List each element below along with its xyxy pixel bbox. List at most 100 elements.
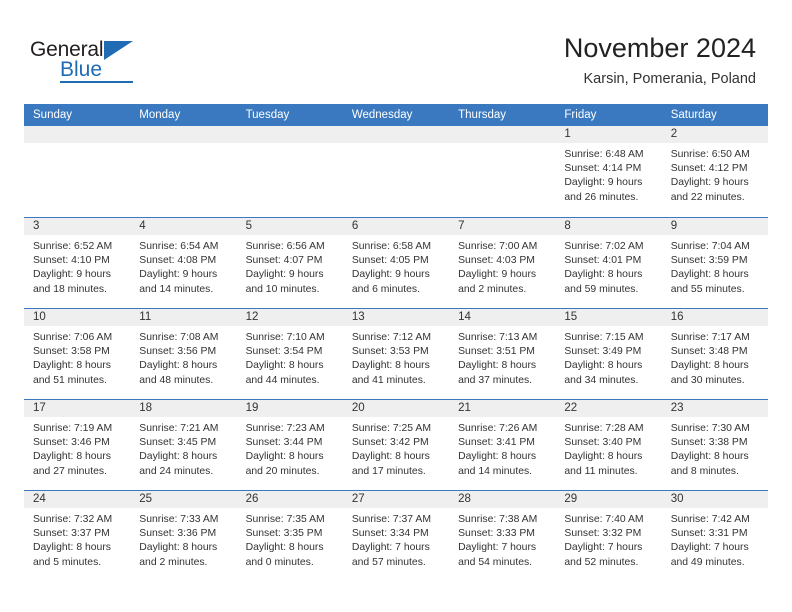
- day-cell-16[interactable]: 16 Sunrise: 7:17 AM Sunset: 3:48 PM Dayligh…: [661, 309, 768, 399]
- day-cell-23[interactable]: 23 Sunrise: 7:30 AM Sunset: 3:38 PM Dayligh…: [661, 400, 768, 490]
- page-title: November 2024: [563, 33, 756, 63]
- day-details: [449, 143, 555, 148]
- title-block: November 2024 Karsin, Pomerania, Poland: [564, 32, 756, 89]
- day-details: Sunrise: 7:37 AM Sunset: 3:34 PM Daylight:…: [343, 508, 449, 570]
- daylight-text: Daylight: 9 hours: [351, 269, 430, 281]
- day-number: 23: [661, 400, 768, 417]
- day-details: Sunrise: 7:19 AM Sunset: 3:46 PM Daylight:…: [24, 417, 130, 479]
- day-number: [449, 126, 556, 143]
- daylight-text: and 2 minutes.: [458, 283, 527, 295]
- sunset-text: Sunset: 3:54 PM: [245, 346, 323, 358]
- sunset-text: Sunset: 3:32 PM: [564, 528, 642, 540]
- weekday-header-wednesday: Wednesday: [351, 109, 413, 121]
- daylight-text: Daylight: 8 hours: [33, 360, 111, 372]
- daylight-text: Daylight: 8 hours: [670, 269, 749, 281]
- day-cell-6[interactable]: 6 Sunrise: 6:58 AM Sunset: 4:05 PM Daylight…: [342, 218, 450, 308]
- day-number: 14: [449, 309, 556, 326]
- daylight-text: and 54 minutes.: [458, 556, 533, 568]
- daylight-text: Daylight: 8 hours: [670, 360, 749, 372]
- day-details: Sunrise: 7:15 AM Sunset: 3:49 PM Daylight:…: [555, 326, 661, 388]
- day-cell-20[interactable]: 20 Sunrise: 7:25 AM Sunset: 3:42 PM Dayligh…: [342, 400, 450, 490]
- sunrise-text: Sunrise: 6:54 AM: [139, 241, 219, 252]
- day-cell-empty[interactable]: [130, 126, 237, 216]
- sunrise-text: Sunrise: 7:30 AM: [670, 423, 750, 434]
- day-details: Sunrise: 7:38 AM Sunset: 3:33 PM Daylight:…: [449, 508, 555, 570]
- day-details: Sunrise: 6:54 AM Sunset: 4:08 PM Daylight:…: [130, 235, 236, 297]
- day-cell-21[interactable]: 21 Sunrise: 7:26 AM Sunset: 3:41 PM Dayligh…: [449, 400, 556, 490]
- weekday-header-friday: Friday: [564, 109, 597, 121]
- daylight-text: Daylight: 8 hours: [139, 542, 218, 554]
- sunrise-text: Sunrise: 6:50 AM: [670, 149, 750, 160]
- day-cell-9[interactable]: 9 Sunrise: 7:04 AM Sunset: 3:59 PM Daylight…: [661, 218, 768, 308]
- day-cell-14[interactable]: 14 Sunrise: 7:13 AM Sunset: 3:51 PM Dayligh…: [449, 309, 556, 399]
- sunset-text: Sunset: 3:41 PM: [458, 437, 535, 449]
- day-number: 10: [24, 309, 131, 326]
- sunrise-text: Sunrise: 7:15 AM: [564, 332, 644, 343]
- day-cell-29[interactable]: 29 Sunrise: 7:40 AM Sunset: 3:32 PM Dayligh…: [555, 491, 662, 581]
- daylight-text: and 0 minutes.: [245, 556, 314, 568]
- day-number: 19: [236, 400, 343, 417]
- daylight-text: and 20 minutes.: [245, 465, 320, 477]
- day-cell-1[interactable]: 1 Sunrise: 6:48 AM Sunset: 4:14 PM Daylight…: [555, 126, 662, 216]
- daylight-text: and 18 minutes.: [33, 283, 107, 295]
- day-cell-18[interactable]: 18 Sunrise: 7:21 AM Sunset: 3:45 PM Dayligh…: [130, 400, 237, 490]
- sunset-text: Sunset: 4:08 PM: [139, 255, 217, 267]
- day-cell-15[interactable]: 15 Sunrise: 7:15 AM Sunset: 3:49 PM Dayligh…: [555, 309, 662, 399]
- triangle-icon: [104, 41, 133, 60]
- day-cell-2[interactable]: 2 Sunrise: 6:50 AM Sunset: 4:12 PM Daylight…: [661, 126, 768, 216]
- sunrise-text: Sunrise: 7:40 AM: [564, 514, 644, 525]
- day-cell-empty[interactable]: [449, 126, 556, 216]
- day-details: Sunrise: 6:58 AM Sunset: 4:05 PM Daylight:…: [343, 235, 449, 297]
- day-number: 21: [449, 400, 556, 417]
- day-cell-11[interactable]: 11 Sunrise: 7:08 AM Sunset: 3:56 PM Dayligh…: [130, 309, 237, 399]
- sunset-text: Sunset: 3:48 PM: [670, 346, 748, 358]
- sunrise-text: Sunrise: 7:21 AM: [139, 423, 219, 434]
- day-cell-19[interactable]: 19 Sunrise: 7:23 AM Sunset: 3:44 PM Dayligh…: [236, 400, 343, 490]
- day-cell-3[interactable]: 3 Sunrise: 6:52 AM Sunset: 4:10 PM Daylight…: [24, 218, 131, 308]
- day-details: Sunrise: 6:48 AM Sunset: 4:14 PM Daylight:…: [555, 143, 661, 205]
- day-cell-13[interactable]: 13 Sunrise: 7:12 AM Sunset: 3:53 PM Dayligh…: [342, 309, 450, 399]
- day-cell-empty[interactable]: [342, 126, 450, 216]
- day-cell-empty[interactable]: [24, 126, 131, 216]
- sunrise-text: Sunrise: 7:19 AM: [33, 423, 113, 434]
- daylight-text: and 10 minutes.: [245, 283, 320, 295]
- sunrise-text: Sunrise: 7:12 AM: [351, 332, 431, 343]
- day-cell-10[interactable]: 10 Sunrise: 7:06 AM Sunset: 3:58 PM Dayligh…: [24, 309, 131, 399]
- day-number: 3: [24, 218, 131, 235]
- day-cell-5[interactable]: 5 Sunrise: 6:56 AM Sunset: 4:07 PM Daylight…: [236, 218, 343, 308]
- day-cell-17[interactable]: 17 Sunrise: 7:19 AM Sunset: 3:46 PM Dayligh…: [24, 400, 131, 490]
- sunrise-text: Sunrise: 6:56 AM: [245, 241, 325, 252]
- daylight-text: and 14 minutes.: [458, 465, 533, 477]
- sunset-text: Sunset: 3:37 PM: [33, 528, 110, 540]
- day-cell-27[interactable]: 27 Sunrise: 7:37 AM Sunset: 3:34 PM Dayligh…: [342, 491, 450, 581]
- calendar-weeks: 1 Sunrise: 6:48 AM Sunset: 4:14 PM Daylight…: [24, 126, 768, 581]
- calendar-week-row: 1 Sunrise: 6:48 AM Sunset: 4:14 PM Daylight…: [24, 126, 768, 217]
- sunrise-text: Sunrise: 7:32 AM: [33, 514, 113, 525]
- day-number: 18: [130, 400, 237, 417]
- day-number: 9: [661, 218, 768, 235]
- daylight-text: and 57 minutes.: [351, 556, 426, 568]
- day-cell-22[interactable]: 22 Sunrise: 7:28 AM Sunset: 3:40 PM Dayligh…: [555, 400, 662, 490]
- day-cell-30[interactable]: 30 Sunrise: 7:42 AM Sunset: 3:31 PM Dayligh…: [661, 491, 768, 581]
- sunrise-text: Sunrise: 6:48 AM: [564, 149, 644, 160]
- daylight-text: Daylight: 8 hours: [245, 542, 324, 554]
- day-cell-4[interactable]: 4 Sunrise: 6:54 AM Sunset: 4:08 PM Daylight…: [130, 218, 237, 308]
- day-number: 5: [236, 218, 343, 235]
- day-cell-empty[interactable]: [236, 126, 343, 216]
- day-cell-8[interactable]: 8 Sunrise: 7:02 AM Sunset: 4:01 PM Daylight…: [555, 218, 662, 308]
- day-details: Sunrise: 7:12 AM Sunset: 3:53 PM Daylight:…: [343, 326, 449, 388]
- day-cell-26[interactable]: 26 Sunrise: 7:35 AM Sunset: 3:35 PM Dayligh…: [236, 491, 343, 581]
- day-number: [236, 126, 343, 143]
- daylight-text: Daylight: 9 hours: [564, 177, 643, 189]
- day-cell-24[interactable]: 24 Sunrise: 7:32 AM Sunset: 3:37 PM Dayligh…: [24, 491, 131, 581]
- day-cell-28[interactable]: 28 Sunrise: 7:38 AM Sunset: 3:33 PM Dayligh…: [449, 491, 556, 581]
- day-number: [24, 126, 131, 143]
- day-details: Sunrise: 7:13 AM Sunset: 3:51 PM Daylight:…: [449, 326, 555, 388]
- day-cell-7[interactable]: 7 Sunrise: 7:00 AM Sunset: 4:03 PM Daylight…: [449, 218, 556, 308]
- sunrise-text: Sunrise: 7:02 AM: [564, 241, 644, 252]
- day-cell-25[interactable]: 25 Sunrise: 7:33 AM Sunset: 3:36 PM Dayligh…: [130, 491, 237, 581]
- sunrise-text: Sunrise: 7:33 AM: [139, 514, 219, 525]
- day-cell-12[interactable]: 12 Sunrise: 7:10 AM Sunset: 3:54 PM Dayligh…: [236, 309, 343, 399]
- day-number: 7: [449, 218, 556, 235]
- brand-logo: General Blue: [30, 38, 150, 84]
